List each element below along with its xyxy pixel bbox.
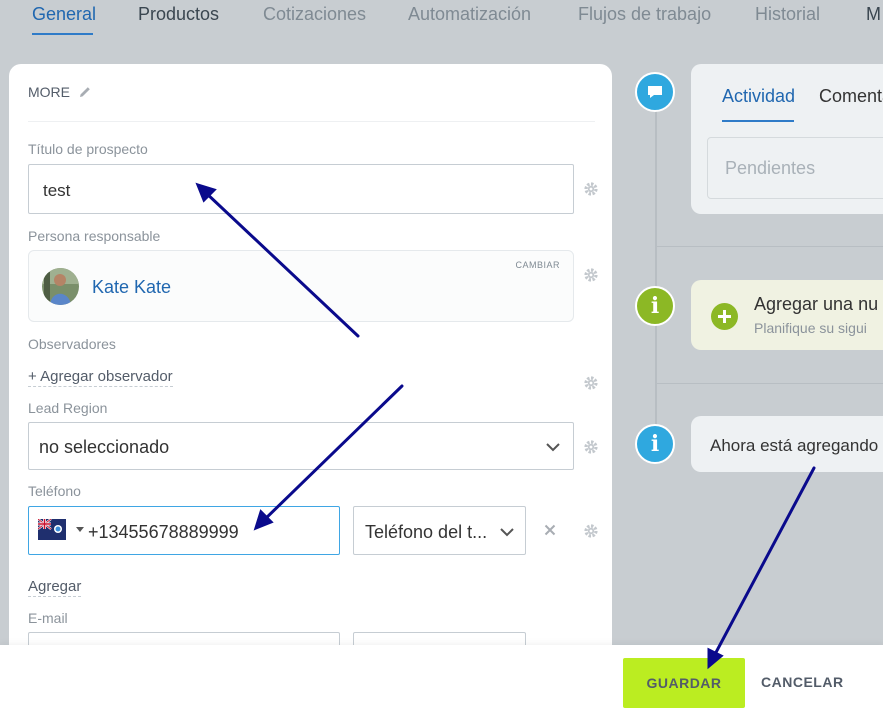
add-observer-link[interactable]: + Agregar observador bbox=[28, 368, 173, 387]
tab-automatizacion[interactable]: Automatización bbox=[408, 4, 531, 25]
caret-down-icon[interactable] bbox=[76, 527, 84, 532]
suggestion-subtitle: Planifique su sigui bbox=[754, 320, 867, 336]
tab-actividad[interactable]: Actividad bbox=[722, 86, 795, 107]
lead-region-label: Lead Region bbox=[28, 400, 108, 416]
title-input[interactable]: test bbox=[28, 164, 574, 214]
add-phone-link[interactable]: Agregar bbox=[28, 578, 82, 597]
phone-input[interactable]: +13455678889999 bbox=[28, 506, 340, 555]
phone-type-select[interactable]: Teléfono del t... bbox=[353, 506, 526, 555]
plus-icon[interactable] bbox=[711, 303, 738, 330]
pencil-icon[interactable] bbox=[78, 85, 92, 99]
gear-icon[interactable] bbox=[583, 523, 599, 539]
info-notice-text: Ahora está agregando bbox=[710, 436, 879, 455]
chat-bubble-icon bbox=[635, 72, 675, 112]
change-responsible-link[interactable]: CAMBIAR bbox=[515, 260, 560, 270]
responsible-box: CAMBIAR Kate Kate bbox=[28, 250, 574, 322]
active-tab-indicator bbox=[722, 120, 794, 122]
pending-input[interactable]: Pendientes bbox=[707, 137, 883, 199]
gear-icon[interactable] bbox=[583, 267, 599, 283]
tab-productos[interactable]: Productos bbox=[138, 4, 219, 25]
info-icon: i bbox=[635, 286, 675, 326]
activity-editor: Actividad Comenta Pendientes bbox=[691, 64, 883, 214]
footer-bar: GUARDAR CANCELAR bbox=[0, 645, 883, 711]
tab-comentarios[interactable]: Comenta bbox=[819, 86, 883, 107]
tab-historial[interactable]: Historial bbox=[755, 4, 820, 25]
title-input-value: test bbox=[43, 181, 71, 200]
chevron-down-icon bbox=[546, 443, 560, 452]
lead-region-value: no seleccionado bbox=[39, 437, 170, 457]
phone-label: Teléfono bbox=[28, 483, 81, 499]
info-notice: Ahora está agregando bbox=[691, 416, 883, 472]
title-label: Título de prospecto bbox=[28, 141, 148, 157]
chevron-down-icon bbox=[500, 528, 514, 537]
annotation-arrow bbox=[711, 466, 816, 660]
close-icon[interactable] bbox=[544, 524, 556, 536]
active-tab-indicator bbox=[32, 33, 93, 35]
cayman-flag-icon[interactable] bbox=[38, 519, 66, 540]
lead-form-card: MORE Título de prospecto test Persona re… bbox=[9, 64, 612, 704]
section-header: MORE bbox=[28, 84, 92, 100]
gear-icon[interactable] bbox=[583, 375, 599, 391]
timeline-divider bbox=[656, 246, 883, 247]
tab-cotizaciones[interactable]: Cotizaciones bbox=[263, 4, 366, 25]
timeline-divider bbox=[656, 383, 883, 384]
section-title: MORE bbox=[28, 84, 70, 100]
responsible-label: Persona responsable bbox=[28, 228, 161, 244]
pending-placeholder: Pendientes bbox=[725, 158, 816, 178]
email-label: E-mail bbox=[28, 610, 68, 626]
tab-general[interactable]: General bbox=[32, 4, 96, 25]
tab-flujos-de-trabajo[interactable]: Flujos de trabajo bbox=[578, 4, 711, 25]
timeline-line bbox=[655, 110, 657, 450]
top-tabs: General Productos Cotizaciones Automatiz… bbox=[0, 0, 883, 40]
save-button[interactable]: GUARDAR bbox=[623, 658, 745, 708]
observers-label: Observadores bbox=[28, 336, 116, 352]
suggestion-title: Agregar una nu bbox=[754, 294, 879, 314]
tab-more[interactable]: M bbox=[866, 4, 881, 25]
info-icon: i bbox=[635, 424, 675, 464]
divider bbox=[28, 121, 595, 122]
phone-input-value: +13455678889999 bbox=[88, 522, 239, 542]
gear-icon[interactable] bbox=[583, 181, 599, 197]
cancel-button[interactable]: CANCELAR bbox=[761, 674, 844, 690]
avatar bbox=[42, 268, 79, 305]
gear-icon[interactable] bbox=[583, 439, 599, 455]
phone-type-value: Teléfono del t... bbox=[365, 522, 488, 542]
responsible-name[interactable]: Kate Kate bbox=[92, 277, 171, 298]
lead-region-select[interactable]: no seleccionado bbox=[28, 422, 574, 470]
add-activity-suggestion[interactable]: Agregar una nu Planifique su sigui bbox=[691, 280, 883, 350]
